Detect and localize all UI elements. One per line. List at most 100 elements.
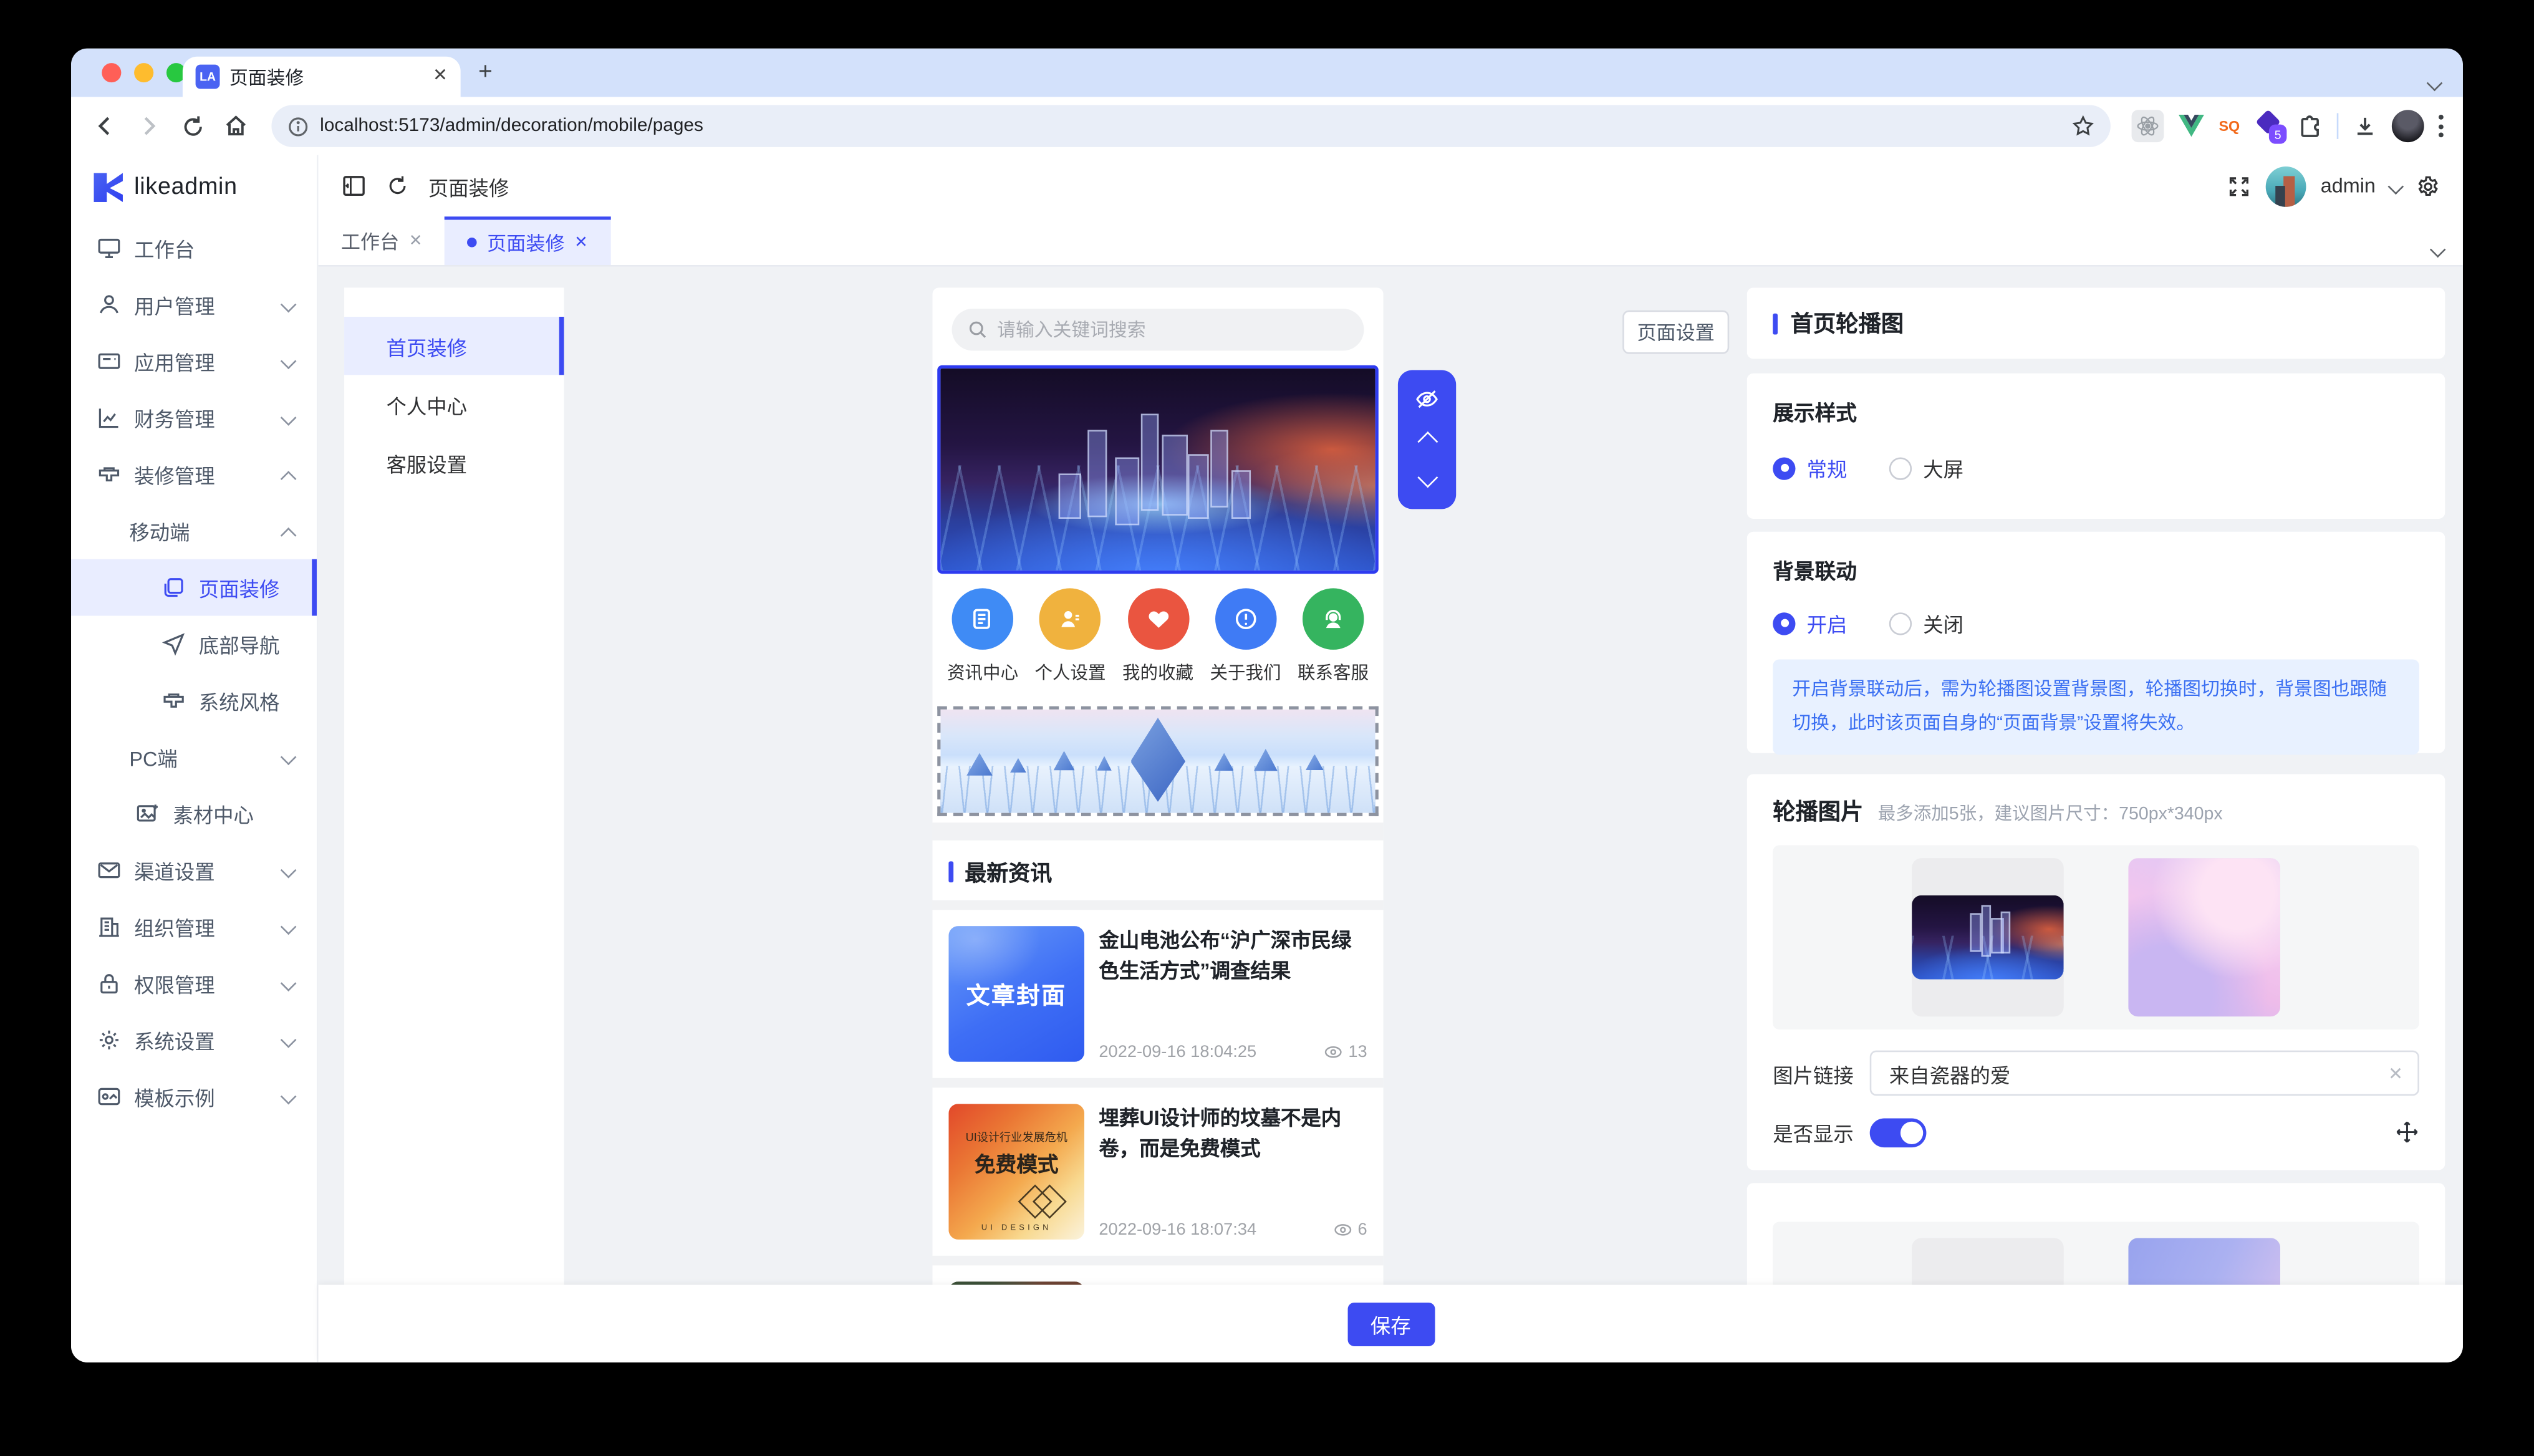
new-tab-button[interactable]: + bbox=[478, 60, 493, 85]
tab-close-icon[interactable]: ✕ bbox=[433, 68, 448, 86]
page-item-service[interactable]: 客服设置 bbox=[344, 433, 564, 491]
sidebar-item-organization[interactable]: 组织管理 bbox=[71, 899, 317, 955]
sidebar-item-template-examples[interactable]: 模板示例 bbox=[71, 1068, 317, 1125]
sidebar: likeadmin 工作台 用户管理 应用管理 bbox=[71, 155, 319, 1362]
radio-bg-on[interactable]: 开启 bbox=[1773, 608, 1847, 639]
chevron-down-icon[interactable] bbox=[2388, 178, 2404, 194]
nav-item-favorites[interactable]: 我的收藏 bbox=[1114, 588, 1202, 685]
move-up-icon[interactable] bbox=[1420, 423, 1434, 453]
sidebar-item-page-decoration[interactable]: 页面装修 bbox=[71, 559, 317, 616]
site-info-icon[interactable] bbox=[287, 115, 309, 137]
sidebar-item-users[interactable]: 用户管理 bbox=[71, 276, 317, 333]
nav-item-contact-service[interactable]: 联系客服 bbox=[1289, 588, 1377, 685]
sq-extension-icon[interactable]: SQ bbox=[2219, 118, 2240, 134]
browser-menu-icon[interactable] bbox=[2439, 115, 2444, 137]
nav-item-about[interactable]: 关于我们 bbox=[1202, 588, 1289, 685]
carousel-background-image-2[interactable] bbox=[2128, 1238, 2280, 1285]
downloads-icon[interactable] bbox=[2353, 114, 2377, 138]
sidebar-item-finance[interactable]: 财务管理 bbox=[71, 390, 317, 446]
news-item-1[interactable]: 文章封面 金山电池公布“沪广深市民绿色生活方式”调查结果 2022-09-16 … bbox=[932, 900, 1383, 1078]
drag-move-icon[interactable] bbox=[2395, 1120, 2419, 1144]
tabs-more-chevron-icon[interactable] bbox=[2432, 234, 2444, 264]
tab-close-icon[interactable]: ✕ bbox=[574, 234, 588, 252]
news-item-3[interactable]: 让生活更精致！五款居家好物推荐，实用性超高 #好物推荐 ▶ bbox=[932, 1256, 1383, 1285]
news-icon bbox=[952, 588, 1013, 649]
sidebar-item-mobile[interactable]: 移动端 bbox=[71, 503, 317, 559]
sidebar-item-permissions[interactable]: 权限管理 bbox=[71, 955, 317, 1012]
screen: LA 页面装修 ✕ + bbox=[0, 0, 2534, 1456]
carousel-background-image[interactable] bbox=[2128, 858, 2280, 1016]
preview-search-bar[interactable]: 请输入关键词搜索 bbox=[952, 309, 1364, 350]
back-icon[interactable] bbox=[90, 112, 120, 141]
active-tab-dot bbox=[468, 238, 478, 248]
image-link-input[interactable] bbox=[1886, 1060, 2379, 1086]
sidebar-item-system-settings[interactable]: 系统设置 bbox=[71, 1011, 317, 1068]
radio-bg-off[interactable]: 关闭 bbox=[1889, 608, 1963, 639]
fullscreen-icon[interactable] bbox=[2227, 174, 2251, 198]
show-toggle[interactable] bbox=[1870, 1117, 1927, 1147]
sidebar-item-bottom-nav[interactable]: 底部导航 bbox=[71, 615, 317, 672]
nav-item-news[interactable]: 资讯中心 bbox=[939, 588, 1026, 685]
tab-search-chevron-icon[interactable] bbox=[2429, 68, 2440, 97]
radio-style-normal[interactable]: 常规 bbox=[1773, 453, 1847, 483]
browser-tab-title: 页面装修 bbox=[229, 64, 423, 89]
sidebar-item-system-style[interactable]: 系统风格 bbox=[71, 672, 317, 729]
save-button[interactable]: 保存 bbox=[1347, 1302, 1434, 1346]
bookmark-star-icon[interactable] bbox=[2072, 115, 2094, 137]
page-settings-button[interactable]: 页面设置 bbox=[1622, 311, 1729, 354]
likeadmin-logo-icon bbox=[94, 173, 123, 202]
carousel-item-2-card bbox=[1747, 1183, 2445, 1285]
image-link-field[interactable]: ✕ bbox=[1870, 1051, 2419, 1096]
user-avatar[interactable] bbox=[2266, 166, 2306, 206]
module-gap bbox=[932, 822, 1383, 841]
sidebar-item-material-center[interactable]: 素材中心 bbox=[71, 786, 317, 842]
home-icon[interactable] bbox=[221, 112, 251, 141]
url-bar[interactable]: localhost:5173/admin/decoration/mobile/p… bbox=[271, 105, 2110, 147]
sidebar-item-pc[interactable]: PC端 bbox=[71, 729, 317, 786]
react-devtools-icon[interactable] bbox=[2132, 110, 2164, 142]
sidebar-item-workbench[interactable]: 工作台 bbox=[71, 219, 317, 276]
collapse-sidebar-icon[interactable] bbox=[341, 173, 367, 198]
news-item-2[interactable]: UI设计行业发展危机 免费模式 UI DESIGN 埋葬UI设计师的坟墓不是内卷… bbox=[932, 1078, 1383, 1256]
ad-banner-dashed-selected[interactable] bbox=[937, 706, 1379, 816]
url-text[interactable]: localhost:5173/admin/decoration/mobile/p… bbox=[320, 117, 2060, 136]
background-link-label: 背景联动 bbox=[1773, 554, 2419, 585]
carousel-thumb-image[interactable] bbox=[1912, 858, 2064, 1016]
tab-page-decoration[interactable]: 页面装修 ✕ bbox=[445, 216, 610, 265]
hide-component-icon[interactable] bbox=[1414, 386, 1440, 412]
minimize-window-button[interactable] bbox=[134, 63, 153, 82]
carousel-banner-selected[interactable] bbox=[937, 365, 1379, 574]
news-cover-1: 文章封面 bbox=[948, 926, 1084, 1062]
browser-profile-avatar[interactable] bbox=[2392, 110, 2424, 142]
page-item-profile[interactable]: 个人中心 bbox=[344, 375, 564, 433]
nav-item-profile-settings[interactable]: 个人设置 bbox=[1026, 588, 1114, 685]
user-icon bbox=[97, 292, 122, 317]
tab-workbench[interactable]: 工作台 ✕ bbox=[319, 216, 445, 265]
gear-icon bbox=[97, 1028, 122, 1052]
send-icon bbox=[161, 632, 186, 656]
headset-icon bbox=[1303, 588, 1364, 649]
chevron-down-icon bbox=[281, 975, 297, 991]
diamond-extension-icon[interactable]: 5 bbox=[2255, 112, 2284, 141]
sidebar-item-decoration[interactable]: 装修管理 bbox=[71, 446, 317, 503]
extensions-puzzle-icon[interactable] bbox=[2298, 114, 2323, 138]
tab-close-icon[interactable]: ✕ bbox=[409, 232, 423, 250]
sidebar-item-channel[interactable]: 渠道设置 bbox=[71, 842, 317, 899]
close-window-button[interactable] bbox=[102, 63, 121, 82]
settings-panel: 首页轮播图 展示样式 常规 大屏 背景联动 开启 bbox=[1747, 287, 2445, 1285]
window-controls[interactable] bbox=[102, 63, 186, 82]
carousel-thumb-image-2[interactable] bbox=[1912, 1238, 2064, 1285]
settings-gear-icon[interactable] bbox=[2416, 174, 2440, 198]
clear-input-icon[interactable]: ✕ bbox=[2388, 1063, 2403, 1084]
radio-style-large[interactable]: 大屏 bbox=[1889, 453, 1963, 483]
username[interactable]: admin bbox=[2321, 175, 2376, 197]
vue-devtools-icon[interactable] bbox=[2179, 115, 2204, 137]
sidebar-item-apps[interactable]: 应用管理 bbox=[71, 333, 317, 390]
reload-icon[interactable] bbox=[178, 112, 207, 141]
decoration-icon bbox=[97, 462, 122, 486]
forward-icon[interactable] bbox=[134, 112, 163, 141]
page-item-home[interactable]: 首页装修 bbox=[344, 317, 564, 375]
move-down-icon[interactable] bbox=[1420, 465, 1434, 494]
browser-tab[interactable]: LA 页面装修 ✕ bbox=[183, 57, 461, 97]
refresh-icon[interactable] bbox=[386, 175, 408, 197]
